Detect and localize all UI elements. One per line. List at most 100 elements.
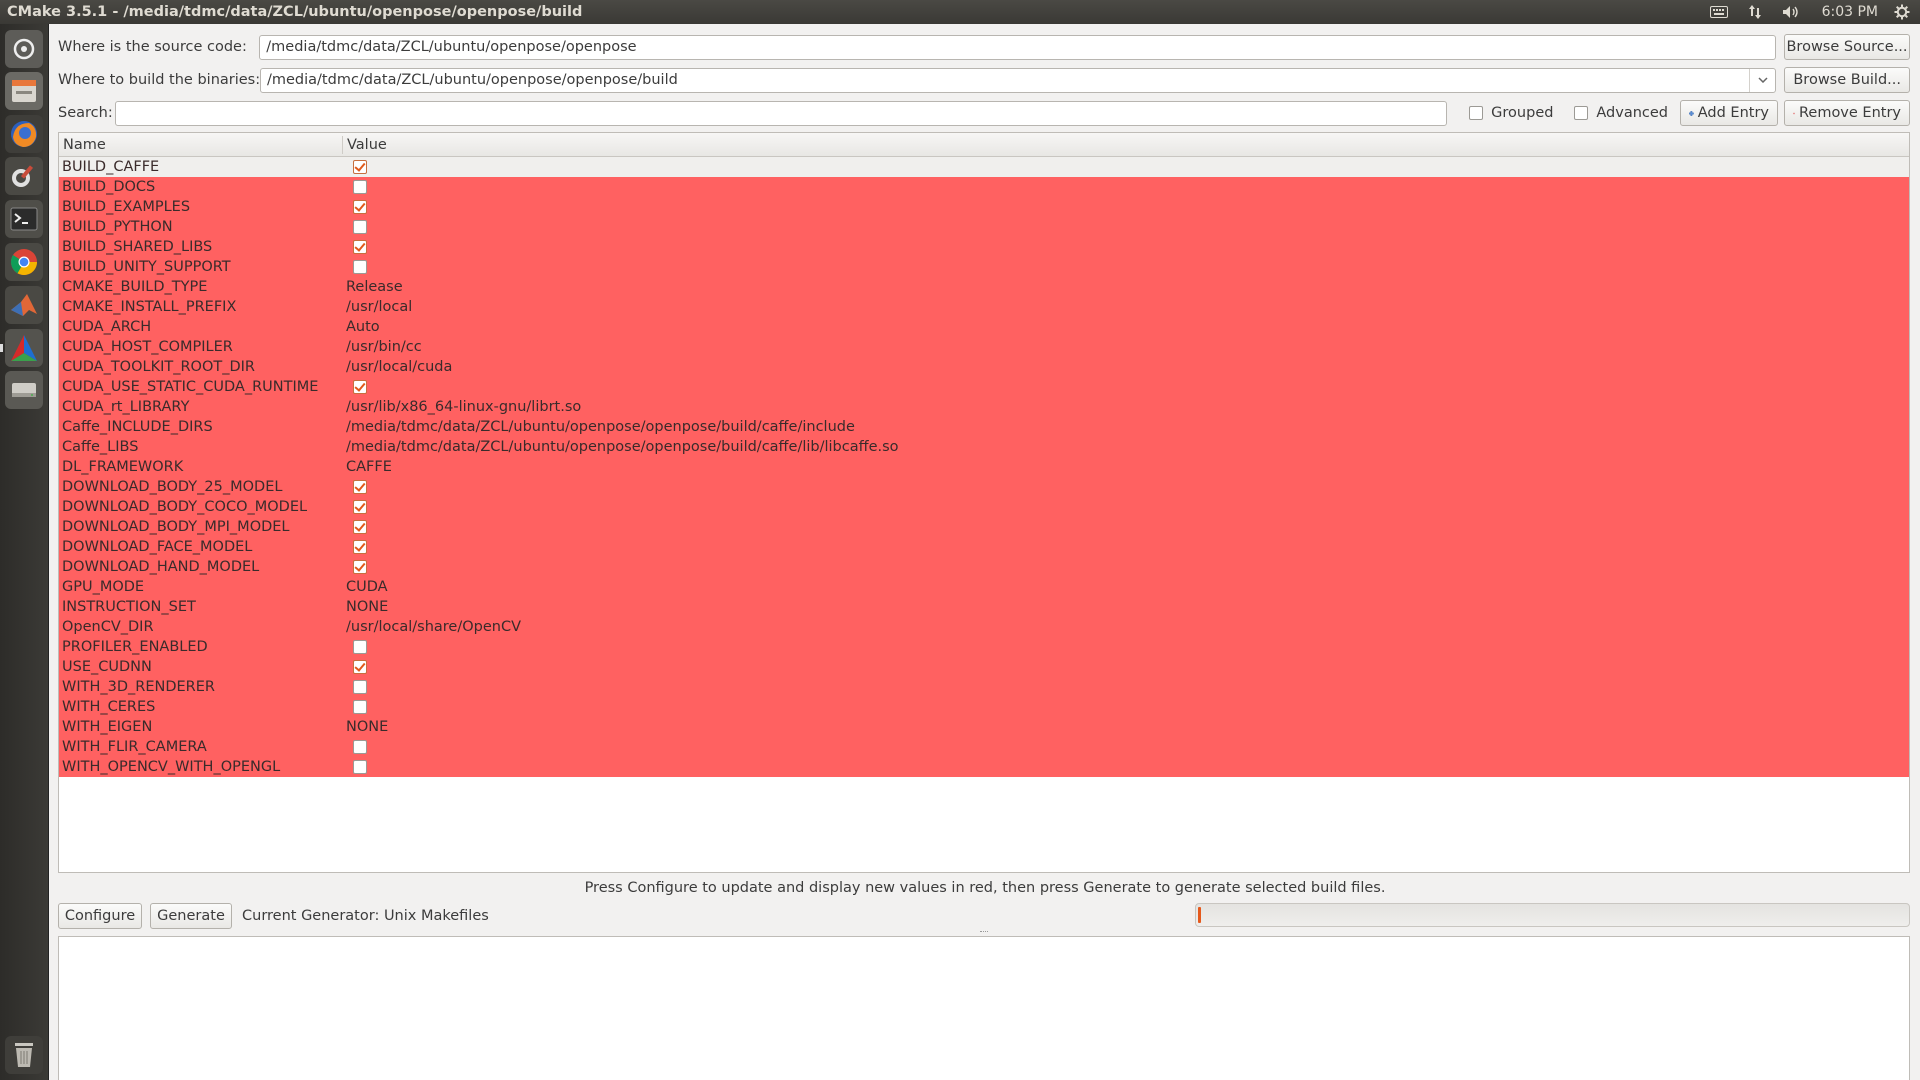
- table-row[interactable]: DOWNLOAD_BODY_25_MODEL: [59, 477, 1909, 497]
- entry-value[interactable]: /usr/local/cuda: [346, 357, 452, 377]
- remove-entry-button[interactable]: Remove Entry: [1784, 100, 1910, 126]
- table-row[interactable]: Caffe_INCLUDE_DIRS/media/tdmc/data/ZCL/u…: [59, 417, 1909, 437]
- dash-icon[interactable]: [5, 30, 43, 68]
- table-row[interactable]: BUILD_PYTHON: [59, 217, 1909, 237]
- entry-value[interactable]: CUDA: [346, 577, 388, 597]
- browse-build-button[interactable]: Browse Build...: [1784, 67, 1910, 93]
- entry-value[interactable]: Release: [346, 277, 403, 297]
- entry-value[interactable]: /media/tdmc/data/ZCL/ubuntu/openpose/ope…: [346, 417, 855, 437]
- entry-name: DOWNLOAD_FACE_MODEL: [62, 539, 253, 555]
- disk-icon[interactable]: [5, 371, 43, 409]
- table-row[interactable]: DOWNLOAD_BODY_MPI_MODEL: [59, 517, 1909, 537]
- entry-checkbox[interactable]: [353, 180, 367, 194]
- entry-name: Caffe_INCLUDE_DIRS: [62, 419, 213, 435]
- table-row[interactable]: PROFILER_ENABLED: [59, 637, 1909, 657]
- table-row[interactable]: BUILD_UNITY_SUPPORT: [59, 257, 1909, 277]
- column-header-value[interactable]: Value: [343, 133, 1903, 156]
- entry-value[interactable]: CAFFE: [346, 457, 392, 477]
- search-input[interactable]: [114, 100, 1448, 126]
- volume-icon[interactable]: [1772, 0, 1812, 24]
- entry-checkbox[interactable]: [353, 160, 367, 174]
- source-path-input[interactable]: /media/tdmc/data/ZCL/ubuntu/openpose/ope…: [259, 34, 1776, 60]
- entry-checkbox[interactable]: [353, 220, 367, 234]
- entry-checkbox[interactable]: [353, 380, 367, 394]
- entry-checkbox[interactable]: [353, 520, 367, 534]
- build-path-combobox[interactable]: /media/tdmc/data/ZCL/ubuntu/openpose/ope…: [260, 67, 1777, 93]
- terminal-icon[interactable]: [5, 200, 43, 238]
- entry-value[interactable]: /usr/lib/x86_64-linux-gnu/librt.so: [346, 397, 581, 417]
- entry-value[interactable]: /usr/local: [346, 297, 412, 317]
- grouped-label[interactable]: Grouped: [1491, 105, 1553, 121]
- table-row[interactable]: USE_CUDNN: [59, 657, 1909, 677]
- chevron-down-icon[interactable]: [1749, 68, 1775, 92]
- entry-checkbox[interactable]: [353, 640, 367, 654]
- entry-checkbox[interactable]: [353, 740, 367, 754]
- entry-value[interactable]: /usr/bin/cc: [346, 337, 422, 357]
- entry-value[interactable]: /media/tdmc/data/ZCL/ubuntu/openpose/ope…: [346, 437, 899, 457]
- column-header-name[interactable]: Name: [59, 133, 342, 156]
- system-settings-icon[interactable]: [5, 157, 43, 195]
- table-row[interactable]: WITH_3D_RENDERER: [59, 677, 1909, 697]
- table-row[interactable]: CUDA_rt_LIBRARY/usr/lib/x86_64-linux-gnu…: [59, 397, 1909, 417]
- table-row[interactable]: BUILD_DOCS: [59, 177, 1909, 197]
- table-row[interactable]: WITH_CERES: [59, 697, 1909, 717]
- entry-checkbox[interactable]: [353, 480, 367, 494]
- entry-checkbox[interactable]: [353, 680, 367, 694]
- clock[interactable]: 6:03 PM: [1812, 0, 1888, 24]
- entry-checkbox[interactable]: [353, 200, 367, 214]
- table-row[interactable]: BUILD_SHARED_LIBS: [59, 237, 1909, 257]
- table-row[interactable]: CMAKE_BUILD_TYPE Release: [59, 277, 1909, 297]
- table-row[interactable]: CUDA_USE_STATIC_CUDA_RUNTIME: [59, 377, 1909, 397]
- chrome-icon[interactable]: [5, 243, 43, 281]
- advanced-label[interactable]: Advanced: [1596, 105, 1668, 121]
- table-row[interactable]: CUDA_TOOLKIT_ROOT_DIR/usr/local/cuda: [59, 357, 1909, 377]
- table-row[interactable]: OpenCV_DIR/usr/local/share/OpenCV: [59, 617, 1909, 637]
- entry-value[interactable]: NONE: [346, 717, 388, 737]
- entry-checkbox[interactable]: [353, 540, 367, 554]
- files-icon[interactable]: [5, 72, 43, 110]
- table-row[interactable]: DL_FRAMEWORK CAFFE: [59, 457, 1909, 477]
- table-row[interactable]: DOWNLOAD_FACE_MODEL: [59, 537, 1909, 557]
- entry-checkbox[interactable]: [353, 660, 367, 674]
- gear-icon[interactable]: [1888, 0, 1916, 24]
- entry-checkbox[interactable]: [353, 500, 367, 514]
- splitter-handle[interactable]: [980, 931, 988, 933]
- entry-checkbox[interactable]: [353, 700, 367, 714]
- cmake-icon[interactable]: [5, 329, 43, 367]
- table-row[interactable]: BUILD_EXAMPLES: [59, 197, 1909, 217]
- entry-checkbox[interactable]: [353, 260, 367, 274]
- table-row[interactable]: WITH_OPENCV_WITH_OPENGL: [59, 757, 1909, 777]
- keyboard-icon[interactable]: [1700, 0, 1738, 24]
- entry-checkbox[interactable]: [353, 560, 367, 574]
- table-row[interactable]: CUDA_HOST_COMPILER/usr/bin/cc: [59, 337, 1909, 357]
- entry-checkbox[interactable]: [353, 240, 367, 254]
- trash-icon[interactable]: [5, 1036, 43, 1074]
- entry-name: USE_CUDNN: [62, 659, 152, 675]
- entry-name: CUDA_ARCH: [62, 319, 152, 335]
- network-icon[interactable]: [1738, 0, 1772, 24]
- output-log[interactable]: [58, 936, 1910, 1080]
- table-row[interactable]: CUDA_ARCH Auto: [59, 317, 1909, 337]
- table-row[interactable]: Caffe_LIBS/media/tdmc/data/ZCL/ubuntu/op…: [59, 437, 1909, 457]
- table-row[interactable]: CMAKE_INSTALL_PREFIX/usr/local: [59, 297, 1909, 317]
- generate-button[interactable]: Generate: [150, 903, 232, 929]
- table-row[interactable]: BUILD_CAFFE: [59, 157, 1909, 177]
- table-row[interactable]: WITH_FLIR_CAMERA: [59, 737, 1909, 757]
- configure-button[interactable]: Configure: [58, 903, 142, 929]
- table-row[interactable]: INSTRUCTION_SET NONE: [59, 597, 1909, 617]
- entry-value[interactable]: /usr/local/share/OpenCV: [346, 617, 521, 637]
- entry-value[interactable]: NONE: [346, 597, 388, 617]
- add-entry-button[interactable]: Add Entry: [1680, 100, 1778, 126]
- entry-value[interactable]: Auto: [346, 317, 380, 337]
- firefox-icon[interactable]: [5, 115, 43, 153]
- table-row[interactable]: DOWNLOAD_HAND_MODEL: [59, 557, 1909, 577]
- table-row[interactable]: GPU_MODE CUDA: [59, 577, 1909, 597]
- cache-entries-table[interactable]: Name Value BUILD_CAFFE BUILD_DOCS BUILD_EX…: [58, 132, 1910, 873]
- entry-checkbox[interactable]: [353, 760, 367, 774]
- browse-source-button[interactable]: Browse Source...: [1784, 34, 1910, 60]
- table-row[interactable]: DOWNLOAD_BODY_COCO_MODEL: [59, 497, 1909, 517]
- table-row[interactable]: WITH_EIGEN NONE: [59, 717, 1909, 737]
- matlab-icon[interactable]: [5, 286, 43, 324]
- advanced-checkbox[interactable]: [1574, 106, 1589, 120]
- grouped-checkbox[interactable]: [1469, 106, 1484, 120]
